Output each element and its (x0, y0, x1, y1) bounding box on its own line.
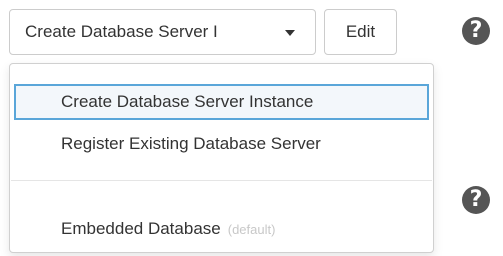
menu-item-create-database-server-instance[interactable]: Create Database Server Instance (14, 84, 429, 120)
menu-item-embedded-database[interactable]: Embedded Database (default) (14, 211, 429, 247)
menu-item-label: Create Database Server Instance (61, 92, 314, 111)
edit-button[interactable]: Edit (324, 9, 397, 55)
menu-divider (11, 180, 432, 181)
database-type-select-value: Create Database Server I (25, 22, 218, 41)
question-circle-icon[interactable]: ? (462, 17, 490, 45)
caret-down-icon (285, 30, 295, 36)
database-type-dropdown-menu: Create Database Server Instance Register… (9, 63, 434, 253)
menu-item-label: Embedded Database (61, 219, 221, 238)
menu-item-label: Register Existing Database Server (61, 134, 321, 153)
database-type-select[interactable]: Create Database Server I (9, 9, 316, 55)
question-circle-icon[interactable]: ? (462, 186, 490, 214)
menu-item-register-existing-database-server[interactable]: Register Existing Database Server (14, 126, 429, 162)
database-config-panel: Create Database Server I Edit ? ? Create… (0, 0, 503, 256)
default-tag: (default) (227, 221, 276, 237)
